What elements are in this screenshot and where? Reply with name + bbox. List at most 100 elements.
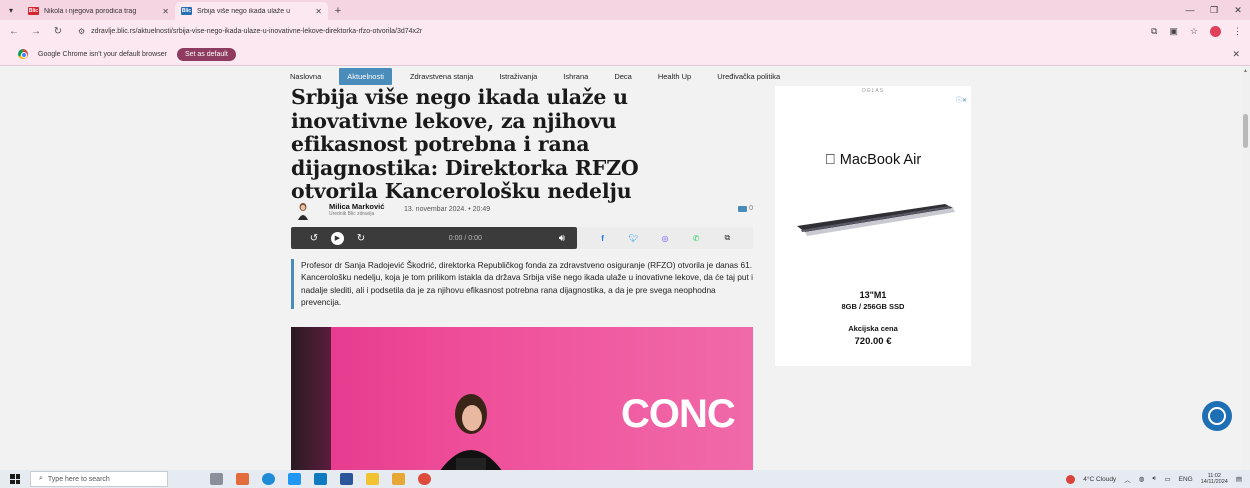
volume-icon[interactable]: 🔊︎ (559, 233, 565, 244)
app-icon[interactable] (288, 473, 301, 485)
menu-kebab-icon[interactable]: ⋮ (1233, 26, 1242, 37)
store-icon[interactable] (314, 473, 327, 485)
play-button[interactable]: ▶ (331, 231, 344, 245)
facebook-share-icon[interactable]: f (596, 234, 610, 243)
laptop-image (797, 204, 955, 236)
page-scrollbar[interactable]: ▲ (1241, 66, 1250, 470)
close-tab-icon[interactable]: ✕ (315, 7, 322, 16)
network-icon[interactable]: ◍ (1139, 475, 1145, 483)
infobar-message: Google Chrome isn't your default browser (38, 50, 167, 58)
browser-toolbar: ← → ↻ ⚙ zdravlje.blic.rs/aktuelnosti/srb… (0, 20, 1250, 43)
app-icon[interactable] (392, 473, 405, 485)
default-browser-infobar: Google Chrome isn't your default browser… (0, 43, 1250, 66)
close-window-icon[interactable]: ✕ (1226, 0, 1250, 20)
app-icon[interactable] (236, 473, 249, 485)
player-time: 0:00 / 0:00 (448, 234, 482, 242)
close-infobar-icon[interactable]: ✕ (1232, 49, 1240, 60)
apple-logo-icon:  (825, 152, 836, 168)
author-avatar[interactable] (297, 202, 309, 220)
forward-skip-icon[interactable]: ↻ (350, 233, 372, 244)
clock-date: 14/11/2024 (1200, 479, 1228, 485)
headline-line: Srbija više nego ikada ulaže u (291, 85, 628, 109)
article-lead: Profesor dr Sanja Radojević Škodrić, dir… (291, 259, 753, 309)
ad-brand:  MacBook Air (775, 152, 971, 168)
forward-icon[interactable]: → (30, 26, 42, 37)
nav-istrazivanja[interactable]: Istraživanja (491, 68, 545, 85)
nav-uredjivacka-politika[interactable]: Uređivačka politika (709, 68, 788, 85)
blic-favicon-icon: Blic (181, 7, 192, 15)
audio-player: ↺ ▶ ↻ 0:00 / 0:00 🔊︎ (291, 227, 577, 249)
tab-strip: ▾ Blic Nikola i njegova porodica trag ✕ … (0, 0, 1250, 20)
nav-health-up[interactable]: Health Up (650, 68, 699, 85)
new-tab-button[interactable]: + (328, 2, 348, 20)
publish-time: 20:49 (472, 206, 491, 213)
copy-link-icon[interactable]: ⧉ (720, 233, 734, 243)
chat-icon (1208, 407, 1226, 425)
nav-zdravstvena-stanja[interactable]: Zdravstvena stanja (402, 68, 481, 85)
scroll-up-icon[interactable]: ▲ (1243, 68, 1248, 74)
site-navigation: Naslovna Aktuelnosti Zdravstvena stanja … (282, 66, 798, 86)
nav-naslovna[interactable]: Naslovna (282, 68, 329, 85)
taskbar-search[interactable]: ⌕ Type here to search (30, 471, 168, 487)
article-headline: Srbija više nego ikada ulaže u inovativn… (291, 85, 711, 204)
nav-ishrana[interactable]: Ishrana (555, 68, 596, 85)
taskbar-clock[interactable]: 11:02 14/11/2024 (1201, 473, 1228, 485)
ad-promo-label: Akcijska cena (848, 324, 898, 333)
restore-icon[interactable]: ❐ (1202, 0, 1226, 20)
profile-avatar-icon[interactable] (1210, 26, 1221, 37)
publish-date: 13. novembar 2024. (404, 206, 467, 213)
chat-support-button[interactable] (1202, 401, 1232, 431)
chrome-taskbar-icon[interactable] (418, 473, 431, 485)
article-photo[interactable]: CONC (291, 327, 753, 470)
advertisement[interactable]: OGLAS ⓘ✕  MacBook Air 13"M1 8GB / 256GB… (775, 86, 971, 366)
twitter-share-icon[interactable]: 🐦︎ (627, 234, 641, 243)
set-as-default-button[interactable]: Set as default (176, 47, 236, 61)
scrollbar-thumb[interactable] (1243, 114, 1248, 148)
bookmark-star-icon[interactable]: ☆ (1190, 26, 1198, 37)
tab-title: Srbija više nego ikada ulaže u (197, 7, 291, 15)
task-view-icon[interactable] (210, 473, 223, 485)
site-info-icon[interactable]: ⚙ (78, 27, 85, 36)
share-bar: f 🐦︎ ◎ ✆ ⧉ (577, 227, 753, 249)
headline-line: dijagnostika: Direktorka RFZO (291, 155, 639, 180)
translate-icon[interactable]: ▣ (1169, 26, 1178, 37)
tray-chevron-icon[interactable]: ︿ (1124, 474, 1131, 484)
search-icon: ⌕ (39, 475, 43, 482)
adchoices-icon[interactable]: ⓘ✕ (956, 95, 967, 104)
comments-count: 0 (749, 205, 753, 212)
volume-tray-icon[interactable]: 🔉︎ (1152, 475, 1156, 483)
back-icon[interactable]: ← (8, 26, 20, 37)
weather-text[interactable]: 4°C Cloudy (1083, 476, 1116, 483)
rewind-icon[interactable]: ↺ (303, 233, 325, 244)
headline-line: inovativne lekove, za njihovu (291, 108, 617, 133)
edge-icon[interactable] (262, 473, 275, 485)
system-tray: 4°C Cloudy ︿ ◍ 🔉︎ ▭ ENG 11:02 14/11/2024… (1066, 470, 1250, 488)
whatsapp-share-icon[interactable]: ✆ (689, 234, 703, 243)
nav-deca[interactable]: Deca (606, 68, 640, 85)
author-name[interactable]: Milica Marković (329, 202, 384, 211)
headline-line: efikasnost potrebna i rana (291, 132, 590, 156)
address-bar[interactable]: ⚙ zdravlje.blic.rs/aktuelnosti/srbija-vi… (74, 24, 1141, 40)
weather-icon[interactable] (1066, 474, 1076, 484)
tab-search-icon[interactable]: ▾ (0, 0, 22, 20)
word-icon[interactable] (340, 473, 353, 485)
keyboard-icon[interactable]: ▭ (1164, 475, 1170, 483)
ad-price: 720.00 € (854, 336, 892, 347)
taskbar-apps (210, 473, 431, 485)
windows-logo-icon (10, 474, 20, 484)
tab-2-active[interactable]: Blic Srbija više nego ikada ulaže u ✕ (175, 2, 328, 20)
comments-link[interactable]: 0 (738, 205, 753, 212)
minimize-icon[interactable]: — (1178, 0, 1202, 20)
url-text: zdravlje.blic.rs/aktuelnosti/srbija-vise… (91, 28, 423, 35)
reload-icon[interactable]: ↻ (52, 26, 64, 37)
viber-share-icon[interactable]: ◎ (658, 234, 672, 243)
language-indicator[interactable]: ENG (1179, 476, 1193, 483)
start-button[interactable] (0, 474, 30, 484)
nav-aktuelnosti[interactable]: Aktuelnosti (339, 67, 392, 85)
file-explorer-icon[interactable] (366, 473, 379, 485)
tab-1[interactable]: Blic Nikola i njegova porodica trag ✕ (22, 2, 175, 20)
notifications-icon[interactable]: ▤ (1236, 475, 1242, 483)
cast-icon[interactable]: ⧉ (1151, 26, 1157, 37)
close-tab-icon[interactable]: ✕ (162, 7, 169, 16)
photo-left-shadow (291, 327, 331, 470)
